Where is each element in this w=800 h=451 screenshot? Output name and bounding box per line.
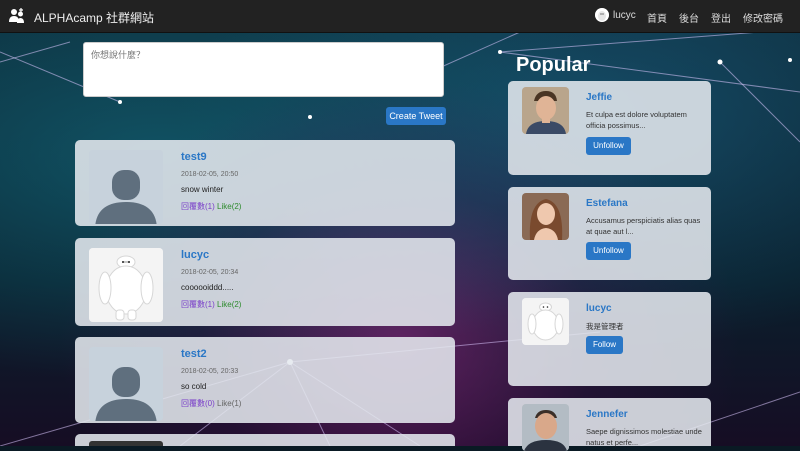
- popular-user-name[interactable]: Jennefer: [586, 409, 628, 420]
- popular-user-description: Et culpa est dolore voluptatem officia p…: [586, 110, 687, 130]
- popular-heading: Popular: [516, 54, 591, 76]
- user-avatar-jennefer[interactable]: [522, 404, 569, 451]
- tweet-author[interactable]: lucyc: [181, 249, 209, 261]
- baymax-robot-icon: [89, 248, 163, 322]
- avatar-image-icon: [595, 8, 609, 22]
- tweet-input[interactable]: [83, 42, 444, 97]
- tweet-text: coooooiddd.....: [181, 283, 234, 292]
- reply-count-link[interactable]: 回覆數(1): [181, 202, 215, 211]
- tweet-actions: 回覆數(0) Like(1): [181, 398, 241, 409]
- user-avatar-lucyc[interactable]: [522, 298, 569, 345]
- popular-user-description: Saepe dignissimos molestiae unde natus e…: [586, 427, 702, 447]
- unfollow-button[interactable]: Unfollow: [586, 242, 631, 260]
- user-avatar-baymax[interactable]: [89, 248, 163, 322]
- like-link[interactable]: Like(2): [217, 202, 241, 211]
- nav-link-logout[interactable]: 登出: [711, 10, 731, 25]
- nav-username[interactable]: lucyc: [613, 10, 636, 21]
- popular-user-description: 我是管理者: [586, 322, 624, 331]
- tweet-text: snow winter: [181, 185, 224, 194]
- like-link[interactable]: Like(2): [217, 300, 241, 309]
- popular-user-name[interactable]: Estefana: [586, 198, 628, 209]
- popular-user-card: Estefana Accusamus perspiciatis alias qu…: [508, 187, 711, 280]
- nav-link-admin[interactable]: 後台: [679, 10, 699, 25]
- tweet-text: so cold: [181, 382, 207, 391]
- default-avatar[interactable]: [89, 347, 163, 421]
- nav-link-change-password[interactable]: 修改密碼: [743, 10, 783, 25]
- popular-user-card: lucyc 我是管理者 Follow: [508, 292, 711, 386]
- nav-link-home[interactable]: 首頁: [647, 10, 667, 25]
- person-silhouette-icon: [89, 150, 163, 224]
- user-avatar-jeffie[interactable]: [522, 87, 569, 134]
- tweet-avatar[interactable]: [89, 441, 163, 446]
- popular-user-card: Jeffie Et culpa est dolore voluptatem of…: [508, 81, 711, 175]
- tweet-card: [75, 434, 455, 446]
- popular-user-card: Jennefer Saepe dignissimos molestiae und…: [508, 398, 711, 451]
- person-silhouette-icon: [89, 347, 163, 421]
- tweet-time: 2018-02-05, 20:50: [181, 171, 239, 178]
- brand-name[interactable]: ALPHAcamp 社群網站: [34, 9, 154, 26]
- unfollow-button[interactable]: Unfollow: [586, 137, 631, 155]
- man-portrait-icon: [522, 87, 569, 134]
- tweet-time: 2018-02-05, 20:34: [181, 269, 239, 276]
- woman-portrait-icon: [522, 193, 569, 240]
- users-logo-icon[interactable]: [8, 7, 26, 25]
- navbar: ALPHAcamp 社群網站 lucyc 首頁 後台 登出 修改密碼: [0, 0, 800, 33]
- baymax-robot-icon: [522, 298, 569, 345]
- tweet-card: lucyc 2018-02-05, 20:34 coooooiddd..... …: [75, 238, 455, 326]
- tweet-card: test9 2018-02-05, 20:50 snow winter 回覆數(…: [75, 140, 455, 226]
- user-avatar[interactable]: [595, 8, 609, 22]
- create-tweet-button[interactable]: Create Tweet: [386, 107, 446, 125]
- follow-button[interactable]: Follow: [586, 336, 623, 354]
- popular-user-description: Accusamus perspiciatis alias quas at qua…: [586, 216, 701, 236]
- tweet-author[interactable]: test9: [181, 151, 207, 163]
- reply-count-link[interactable]: 回覆數(1): [181, 300, 215, 309]
- tweet-actions: 回覆數(1) Like(2): [181, 299, 241, 310]
- tweet-author[interactable]: test2: [181, 348, 207, 360]
- man-portrait-icon: [522, 404, 569, 451]
- popular-user-name[interactable]: lucyc: [586, 303, 612, 314]
- reply-count-link[interactable]: 回覆數(0): [181, 399, 215, 408]
- user-avatar-estefana[interactable]: [522, 193, 569, 240]
- popular-user-name[interactable]: Jeffie: [586, 92, 612, 103]
- tweet-card: test2 2018-02-05, 20:33 so cold 回覆數(0) L…: [75, 337, 455, 423]
- tweet-time: 2018-02-05, 20:33: [181, 368, 239, 375]
- default-avatar[interactable]: [89, 150, 163, 224]
- like-link[interactable]: Like(1): [217, 399, 241, 408]
- tweet-actions: 回覆數(1) Like(2): [181, 201, 241, 212]
